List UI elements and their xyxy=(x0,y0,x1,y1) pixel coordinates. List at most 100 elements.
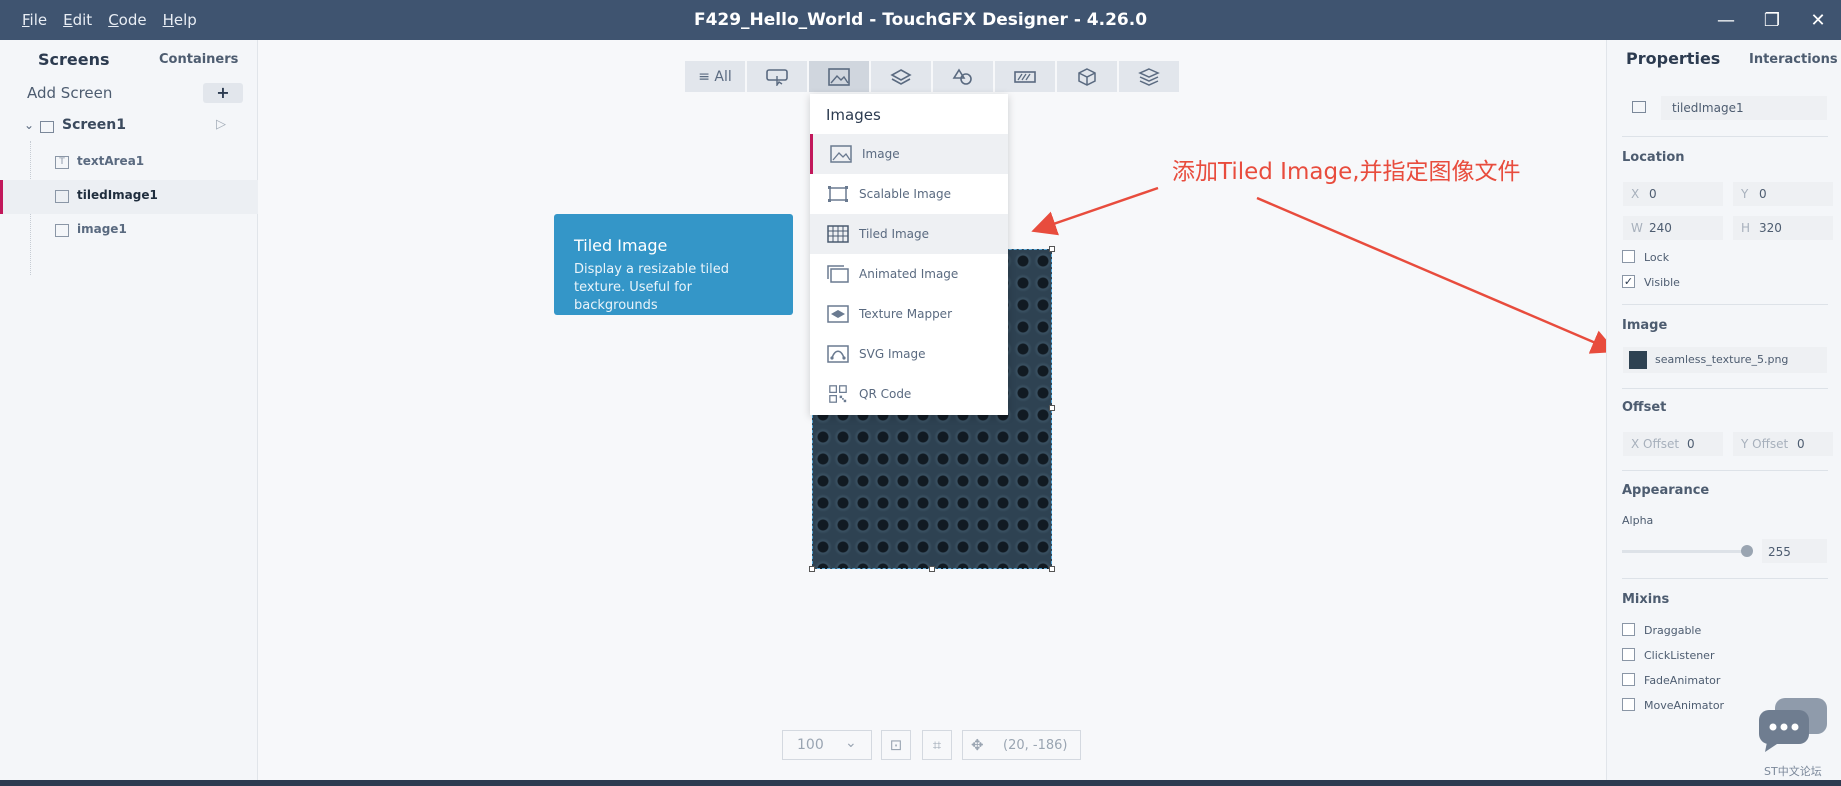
dropdown-header: Images xyxy=(826,106,881,124)
moveanimator-checkbox[interactable] xyxy=(1622,698,1635,711)
toolbar-3d[interactable] xyxy=(1057,61,1117,92)
menu-edit[interactable]: Edit xyxy=(63,11,92,29)
image-icon xyxy=(828,67,850,86)
widget-name: tiledImage1 xyxy=(77,188,158,202)
x-offset-label: X Offset xyxy=(1631,437,1680,451)
y-value: 0 xyxy=(1759,187,1767,201)
tiled-image-icon xyxy=(55,190,69,203)
toolbar-buttons[interactable] xyxy=(747,61,807,92)
x-offset-field[interactable]: X Offset 0 xyxy=(1623,432,1723,456)
toolbar-progress[interactable] xyxy=(995,61,1055,92)
y-label: Y xyxy=(1741,187,1749,201)
arrow-to-image-property xyxy=(1256,196,1617,354)
dropdown-item-texture-mapper[interactable]: Texture Mapper xyxy=(810,294,1008,334)
divider xyxy=(1622,388,1828,389)
zoom-value: 100 xyxy=(797,737,824,753)
resize-handle[interactable] xyxy=(1049,246,1055,252)
tree-item-textarea1[interactable]: T textArea1 xyxy=(0,146,258,180)
bottom-strip xyxy=(0,780,1841,786)
x-field[interactable]: X 0 xyxy=(1623,182,1723,206)
toolbar-stack[interactable] xyxy=(1119,61,1179,92)
move-icon: ✥ xyxy=(971,736,984,754)
chevron-down-icon[interactable]: ⌄ xyxy=(24,118,34,132)
widget-tooltip: Tiled Image Display a resizable tiled te… xyxy=(554,214,793,315)
w-label: W xyxy=(1631,221,1643,235)
image-icon xyxy=(55,224,69,237)
divider xyxy=(1622,304,1828,305)
draggable-checkbox[interactable] xyxy=(1622,623,1635,636)
tree-item-tiledimage1[interactable]: tiledImage1 xyxy=(0,180,258,214)
resize-handle[interactable] xyxy=(1049,405,1055,411)
zoom-select[interactable]: 100 ⌄ xyxy=(782,730,872,760)
resize-handle[interactable] xyxy=(809,566,815,572)
dropdown-item-label: Texture Mapper xyxy=(859,307,952,321)
play-icon[interactable]: ▷ xyxy=(216,117,226,132)
dropdown-item-image[interactable]: Image xyxy=(810,134,1008,174)
resize-handle[interactable] xyxy=(1049,566,1055,572)
tab-screens[interactable]: Screens xyxy=(38,50,110,69)
x-label: X xyxy=(1631,187,1640,201)
h-field[interactable]: H 320 xyxy=(1733,216,1833,240)
cube-icon xyxy=(1078,67,1096,86)
menu-help[interactable]: Help xyxy=(163,11,197,29)
toolbar-shapes[interactable] xyxy=(933,61,993,92)
dropdown-item-label: Scalable Image xyxy=(859,187,951,201)
alpha-slider-handle[interactable] xyxy=(1741,545,1753,557)
w-field[interactable]: W 240 xyxy=(1623,216,1723,240)
menu-code[interactable]: Code xyxy=(108,11,146,29)
lock-label: Lock xyxy=(1644,251,1670,264)
images-dropdown: Images Image Scalable Image Tiled Image … xyxy=(810,94,1008,415)
tab-containers[interactable]: Containers xyxy=(159,52,238,67)
menu-file[interactable]: File xyxy=(22,11,47,29)
section-location: Location xyxy=(1622,150,1685,165)
tooltip-description: Display a resizable tiled texture. Usefu… xyxy=(574,262,729,313)
alpha-label: Alpha xyxy=(1622,514,1654,527)
h-value: 320 xyxy=(1759,221,1782,235)
dropdown-item-scalable-image[interactable]: Scalable Image xyxy=(810,174,1008,214)
y-field[interactable]: Y 0 xyxy=(1733,182,1833,206)
text-icon: T xyxy=(55,156,69,169)
clicklistener-label: ClickListener xyxy=(1644,649,1715,662)
restore-button[interactable]: ❐ xyxy=(1749,0,1795,40)
resize-handle[interactable] xyxy=(929,566,935,572)
properties-panel: Properties Interactions tiledImage1 Loca… xyxy=(1606,40,1841,780)
screen-name: Screen1 xyxy=(62,117,126,133)
minimize-button[interactable]: — xyxy=(1703,0,1749,40)
list-icon: ≡ xyxy=(698,68,710,85)
image-icon xyxy=(830,145,852,163)
svg-image-icon xyxy=(827,345,849,363)
h-label: H xyxy=(1741,221,1751,235)
window-title: F429_Hello_World - TouchGFX Designer - 4… xyxy=(693,10,1148,30)
lock-checkbox[interactable] xyxy=(1622,250,1635,263)
dropdown-item-qr-code[interactable]: QR Code xyxy=(810,374,1008,414)
y-offset-field[interactable]: Y Offset 0 xyxy=(1733,432,1833,456)
alpha-slider-track[interactable] xyxy=(1622,550,1748,553)
dropdown-item-svg-image[interactable]: SVG Image xyxy=(810,334,1008,374)
toolbar-images[interactable] xyxy=(809,61,869,92)
divider xyxy=(1622,578,1828,579)
tab-interactions[interactable]: Interactions xyxy=(1749,52,1838,67)
widget-name-value: tiledImage1 xyxy=(1672,101,1744,115)
visible-checkbox[interactable]: ✓ xyxy=(1622,275,1635,288)
fit-screen-button[interactable]: ⊡ xyxy=(881,730,911,760)
crop-button[interactable]: ⌗ xyxy=(922,730,952,760)
w-value: 240 xyxy=(1649,221,1672,235)
section-offset: Offset xyxy=(1622,400,1667,415)
dropdown-item-tiled-image[interactable]: Tiled Image xyxy=(810,214,1008,254)
dropdown-item-animated-image[interactable]: Animated Image xyxy=(810,254,1008,294)
close-button[interactable]: ✕ xyxy=(1795,0,1841,40)
x-offset-value: 0 xyxy=(1687,437,1695,451)
tab-properties[interactable]: Properties xyxy=(1626,49,1720,68)
arrow-to-tiled-image xyxy=(1031,186,1159,236)
cursor-coords: ✥ (20, -186) xyxy=(962,730,1081,760)
toolbar-containers[interactable] xyxy=(871,61,931,92)
tree-item-image1[interactable]: image1 xyxy=(0,214,258,248)
tiled-image-icon xyxy=(827,225,849,243)
tree-item-screen1[interactable]: ⌄ Screen1 ▷ xyxy=(22,116,258,140)
toolbar-all[interactable]: ≡ All xyxy=(685,61,745,92)
dropdown-item-label: Animated Image xyxy=(859,267,959,281)
fadeanimator-checkbox[interactable] xyxy=(1622,673,1635,686)
add-screen-button[interactable]: + xyxy=(203,83,243,103)
clicklistener-checkbox[interactable] xyxy=(1622,648,1635,661)
alpha-value: 255 xyxy=(1768,545,1791,559)
